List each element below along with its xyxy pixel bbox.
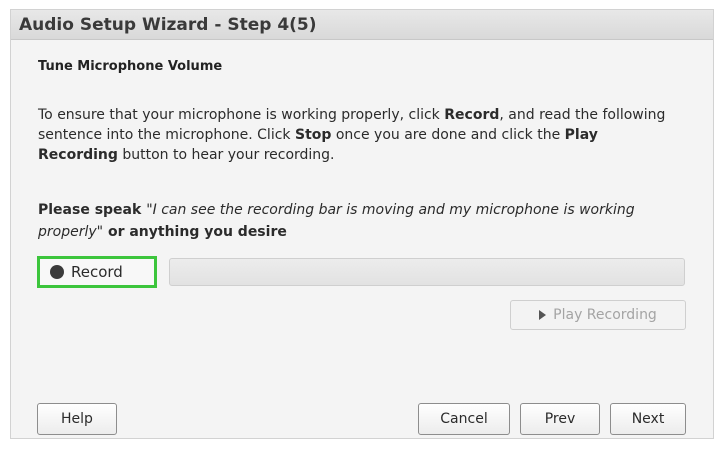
- play-recording-label: Play Recording: [553, 307, 657, 323]
- record-keyword: Record: [444, 107, 500, 123]
- section-title: Tune Microphone Volume: [38, 59, 223, 74]
- record-button[interactable]: Record: [37, 256, 157, 288]
- play-icon: [539, 310, 547, 320]
- next-button[interactable]: Next: [610, 403, 686, 435]
- window-title: Audio Setup Wizard - Step 4(5): [19, 14, 317, 35]
- stop-keyword: Stop: [294, 127, 332, 143]
- speak-prompt: Please speak "I can see the recording ba…: [38, 202, 635, 240]
- title-bar[interactable]: Audio Setup Wizard - Step 4(5): [11, 10, 713, 40]
- record-dot-icon: [50, 265, 64, 279]
- recording-level-meter: [169, 258, 685, 286]
- help-button[interactable]: Help: [37, 403, 117, 435]
- prev-button[interactable]: Prev: [520, 403, 600, 435]
- cancel-button[interactable]: Cancel: [418, 403, 510, 435]
- instructions-text: To ensure that your microphone is workin…: [38, 107, 666, 163]
- play-recording-button[interactable]: Play Recording: [510, 300, 686, 330]
- record-button-label: Record: [71, 263, 123, 281]
